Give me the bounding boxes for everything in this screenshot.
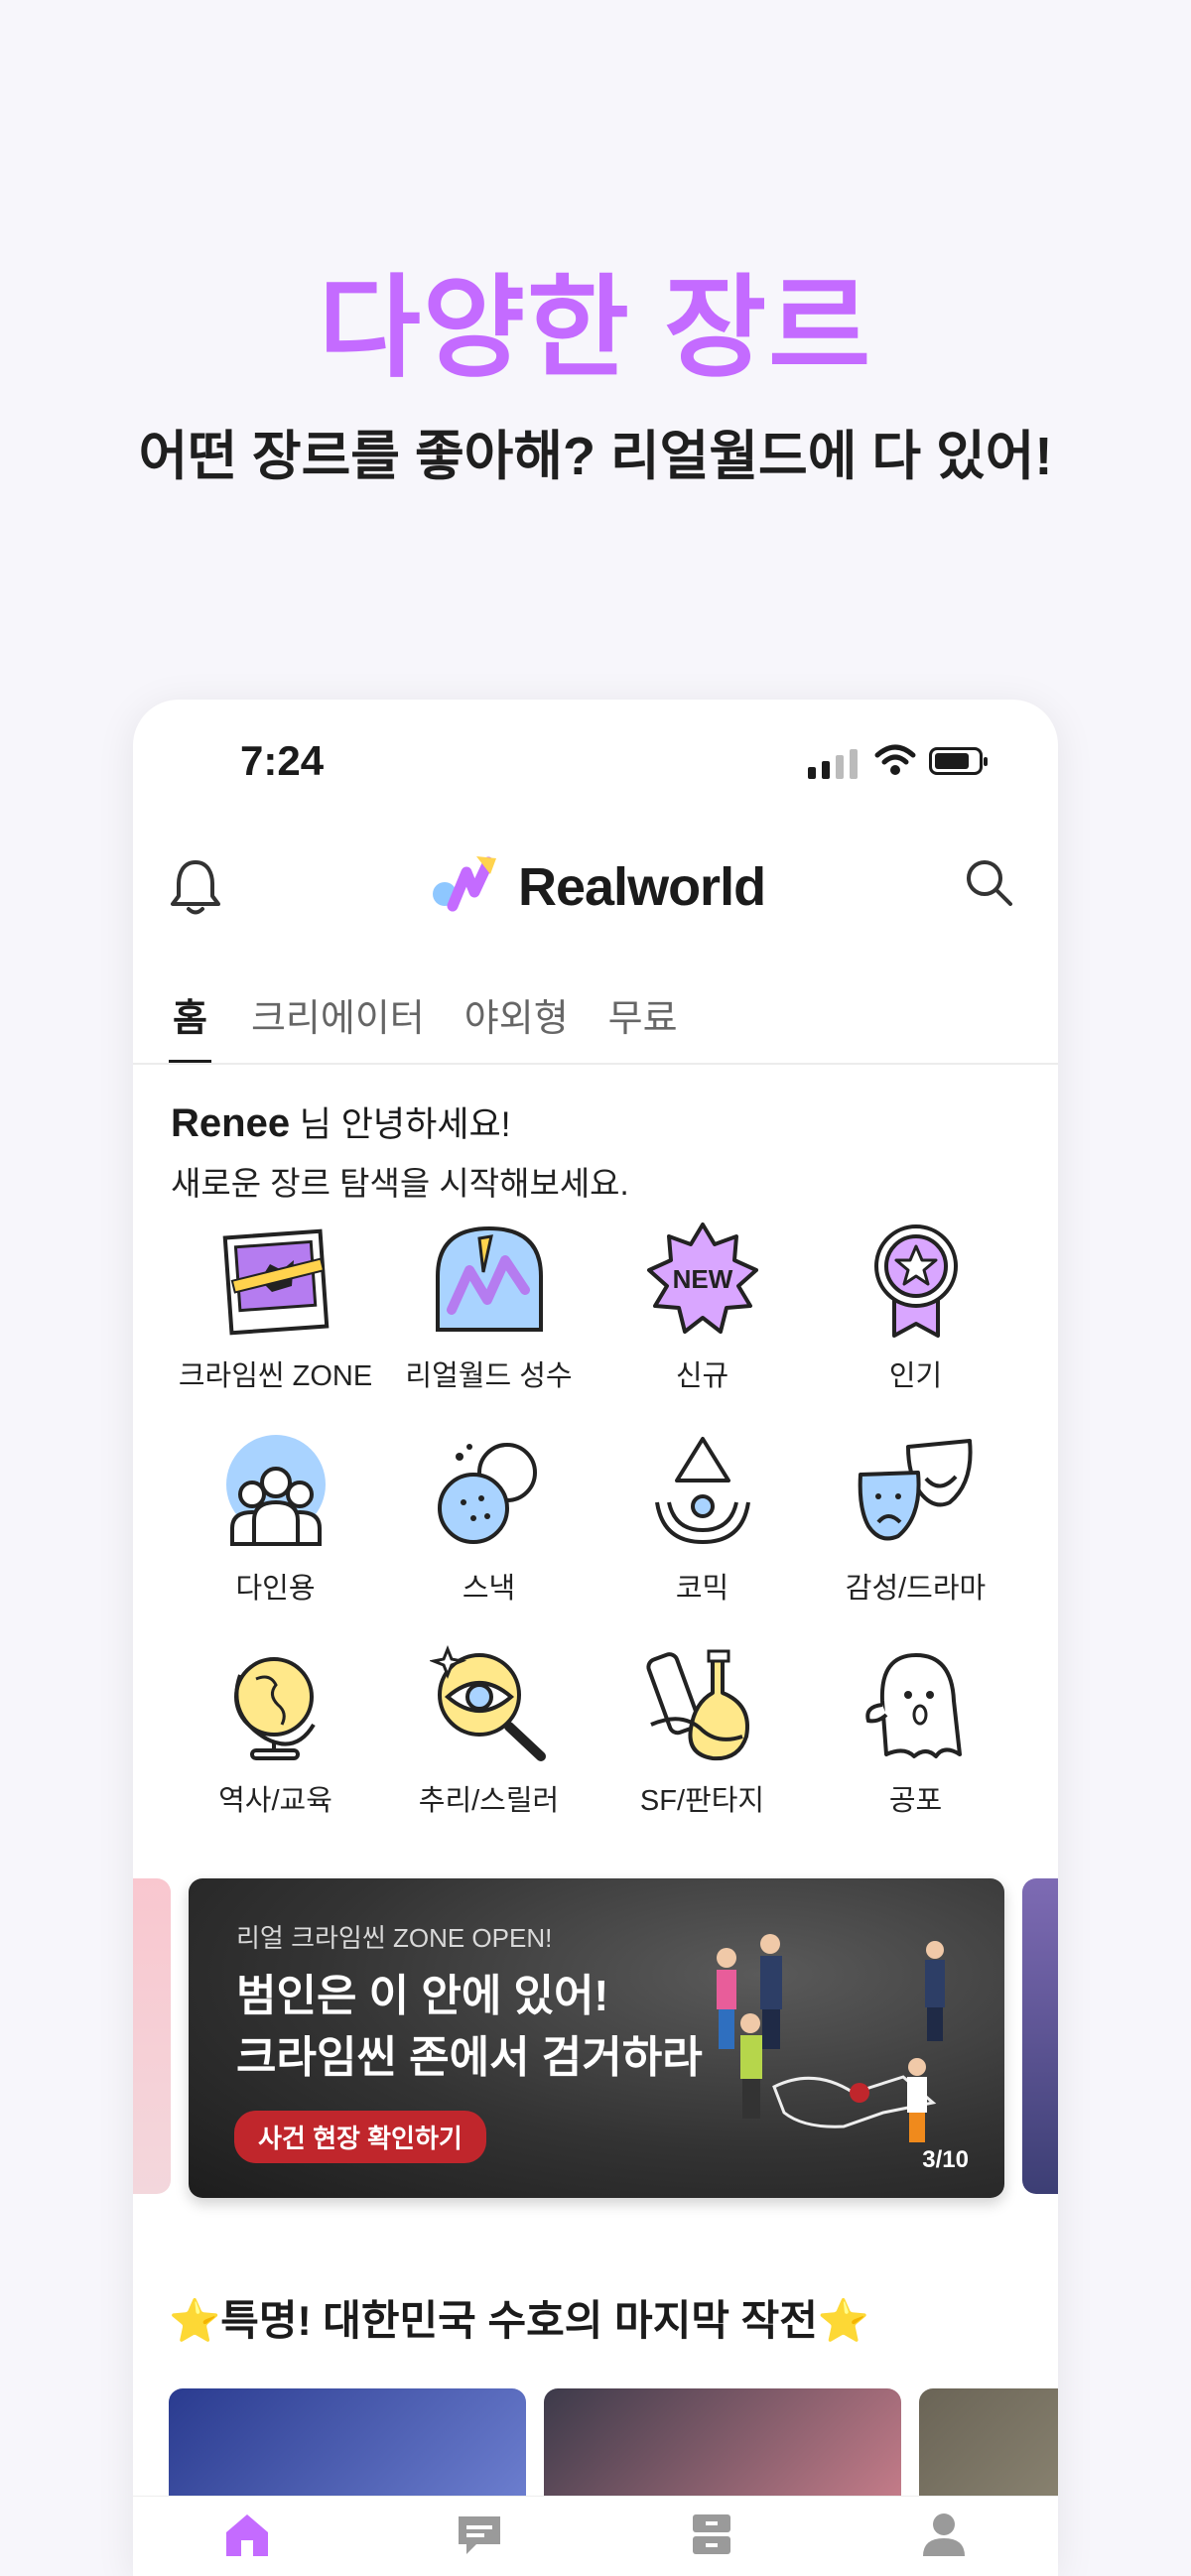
genre-crime-scene[interactable]: 크라임씬 ZONE <box>169 1216 382 1394</box>
genre-new[interactable]: NEW 신규 <box>596 1216 809 1394</box>
genre-label: 인기 <box>888 1360 943 1392</box>
genre-sf-fantasy[interactable]: SF/판타지 <box>596 1640 809 1819</box>
nav-home[interactable] <box>217 2505 277 2564</box>
greeting-message: 새로운 장르 탐색을 시작해보세요. <box>171 1165 629 1202</box>
genre-label: 코믹 <box>675 1573 729 1605</box>
user-name: Renee <box>171 1101 291 1145</box>
genre-label: 스낵 <box>462 1573 516 1605</box>
genre-multi-player[interactable]: 다인용 <box>169 1428 382 1607</box>
genre-popular[interactable]: 인기 <box>809 1216 1022 1394</box>
genre-label: 추리/스릴러 <box>418 1785 560 1817</box>
battery-icon <box>929 747 988 775</box>
tab-divider <box>133 1063 1058 1065</box>
genre-history[interactable]: 역사/교육 <box>169 1640 382 1819</box>
banner-pager: 3/10 <box>922 2146 969 2173</box>
genre-label: 리얼월드 성수 <box>405 1360 573 1392</box>
nav-chat[interactable] <box>450 2505 509 2564</box>
app-name: Realworld <box>518 857 766 917</box>
genre-grid: 크라임씬 ZONE 리얼월드 성수 NEW 신규 인기 다인용 스낵 코믹 감성… <box>169 1216 1022 1819</box>
ghost-icon <box>864 1653 962 1758</box>
archive-icon <box>693 2514 730 2554</box>
genre-comic[interactable]: 코믹 <box>596 1428 809 1607</box>
genre-horror[interactable]: 공포 <box>809 1640 1022 1819</box>
content-card[interactable] <box>544 2388 901 2508</box>
bottom-navigation <box>133 2496 1058 2576</box>
popular-medal-icon <box>873 1224 958 1338</box>
phone-screen: 7:24 Realworld 홈 크리에이터 야외형 무료 Renee 님 안녕… <box>133 700 1058 2576</box>
profile-icon <box>923 2513 965 2556</box>
banner-card[interactable]: 리얼 크라임씬 ZONE OPEN! 범인은 이 안에 있어! 크라임씬 존에서… <box>189 1878 1004 2198</box>
crime-scene-illustration <box>717 1934 945 2142</box>
drama-masks-icon <box>858 1439 973 1541</box>
genre-label: 공포 <box>888 1785 943 1817</box>
greeting-line: Renee 님 안녕하세요! <box>171 1096 629 1147</box>
multi-player-icon <box>225 1435 326 1546</box>
promo-subline: 어떤 장르를 좋아해? 리얼월드에 다 있어! <box>138 427 1053 486</box>
banner-eyebrow: 리얼 크라임씬 ZONE OPEN! <box>236 1923 553 1953</box>
chat-icon <box>459 2516 500 2554</box>
content-card[interactable] <box>919 2388 1058 2508</box>
comic-icon <box>654 1437 750 1545</box>
snack-cookie-icon <box>437 1443 537 1544</box>
tab-outdoor[interactable]: 야외형 <box>464 987 569 1065</box>
nav-profile[interactable] <box>914 2505 974 2564</box>
genre-realworld-seongsu[interactable]: 리얼월드 성수 <box>382 1216 596 1394</box>
status-bar: 7:24 <box>133 700 1058 819</box>
section-title: ⭐특명! 대한민국 수호의 마지막 작전⭐ <box>169 2297 870 2344</box>
genre-label: 다인용 <box>235 1573 316 1605</box>
tab-free[interactable]: 무료 <box>608 987 678 1065</box>
globe-icon <box>233 1657 316 1760</box>
carousel-next-card[interactable] <box>1022 1878 1058 2194</box>
realworld-seongsu-icon <box>435 1225 543 1332</box>
genre-label: 감성/드라마 <box>845 1573 987 1605</box>
promo-headline: 다양한 장르 <box>318 266 873 390</box>
genre-label: 역사/교육 <box>218 1785 332 1817</box>
tab-home[interactable]: 홈 <box>169 987 211 1065</box>
carousel-prev-card[interactable] <box>133 1878 171 2194</box>
app-bar: Realworld <box>133 829 1058 948</box>
realworld-logo-icon <box>433 856 496 912</box>
category-tabs: 홈 크리에이터 야외형 무료 <box>169 987 678 1065</box>
greeting-suffix: 님 안녕하세요! <box>290 1105 511 1144</box>
sf-fantasy-scroll-icon <box>645 1649 749 1761</box>
new-badge-icon: NEW <box>646 1223 758 1334</box>
status-time: 7:24 <box>240 737 325 784</box>
genre-mystery[interactable]: 추리/스릴러 <box>382 1640 596 1819</box>
banner-cta-button[interactable]: 사건 현장 확인하기 <box>234 2111 486 2163</box>
content-thumbnails <box>169 2388 1058 2508</box>
genre-label: 신규 <box>675 1360 729 1392</box>
greeting: Renee 님 안녕하세요! 새로운 장르 탐색을 시작해보세요. <box>171 1096 629 1205</box>
nav-archive[interactable] <box>682 2505 741 2564</box>
crime-scene-photo-icon <box>222 1228 329 1336</box>
app-logo: Realworld <box>431 852 766 922</box>
search-icon[interactable] <box>961 854 1016 910</box>
banner-title: 범인은 이 안에 있어! 크라임씬 존에서 검거하라 <box>236 1966 703 2089</box>
magnifier-eye-icon <box>429 1645 546 1761</box>
promo-carousel[interactable]: 리얼 크라임씬 ZONE OPEN! 범인은 이 안에 있어! 크라임씬 존에서… <box>133 1878 1058 2206</box>
notification-bell-icon[interactable] <box>169 856 222 918</box>
content-card[interactable] <box>169 2388 526 2508</box>
cellular-signal-icon <box>808 749 858 779</box>
svg-text:NEW: NEW <box>672 1264 732 1294</box>
home-icon <box>226 2514 268 2556</box>
genre-drama[interactable]: 감성/드라마 <box>809 1428 1022 1607</box>
wifi-icon <box>874 744 916 775</box>
genre-label: SF/판타지 <box>639 1785 765 1817</box>
banner-title-line1: 범인은 이 안에 있어! <box>236 1972 609 2020</box>
tab-creator[interactable]: 크리에이터 <box>251 987 425 1065</box>
banner-title-line2: 크라임씬 존에서 검거하라 <box>236 2033 703 2082</box>
genre-label: 크라임씬 ZONE <box>178 1360 373 1392</box>
genre-snack[interactable]: 스낵 <box>382 1428 596 1607</box>
